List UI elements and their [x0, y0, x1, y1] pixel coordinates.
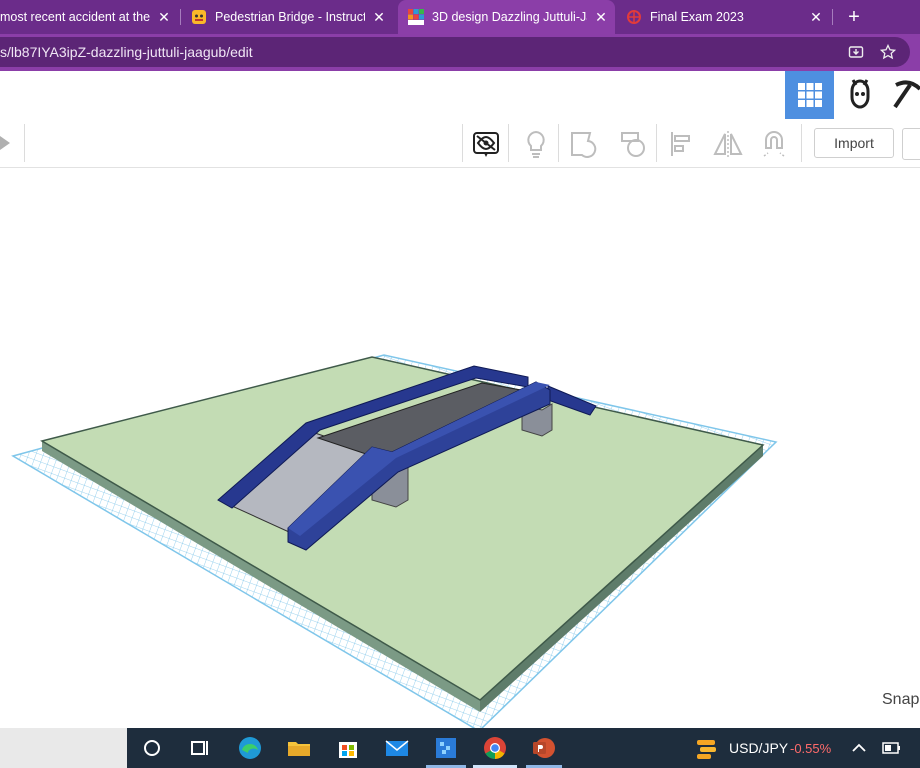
toolbar-divider: [24, 124, 25, 162]
export-button[interactable]: [902, 128, 920, 160]
close-icon[interactable]: ✕: [808, 9, 824, 26]
chrome-icon[interactable]: [481, 734, 509, 762]
stock-ticker-symbol[interactable]: USD/JPY: [729, 740, 788, 756]
mail-icon[interactable]: [383, 734, 411, 762]
stock-ticker-change: -0.55%: [790, 741, 832, 756]
windows-taskbar: USD/JPY -0.55%: [0, 728, 920, 768]
pixel-app-icon[interactable]: [432, 734, 460, 762]
tab-final-exam[interactable]: Final Exam 2023 ✕: [620, 0, 830, 34]
chevron-up-icon[interactable]: [851, 741, 867, 755]
tab-divider: [832, 9, 833, 25]
toolbar-divider: [656, 124, 657, 162]
instructables-robot-icon: [192, 10, 206, 24]
toolbar-divider: [801, 124, 802, 162]
file-explorer-icon[interactable]: [285, 734, 313, 762]
snap-grid-label[interactable]: Snap: [882, 691, 919, 709]
toolbar-divider: [558, 124, 559, 162]
browser-tab-strip: most recent accident at the n ✕ Pedestri…: [0, 0, 920, 34]
battery-icon[interactable]: [882, 741, 902, 755]
show-hidden-icon[interactable]: [470, 128, 502, 160]
group-icon[interactable]: [568, 128, 600, 160]
address-bar: s/lb87IYA3ipZ-dazzling-juttuli-jaagub/ed…: [0, 34, 920, 71]
pickaxe-icon[interactable]: [892, 79, 920, 111]
weather-stocks-icon[interactable]: [694, 736, 720, 762]
workplane-canvas[interactable]: Snap: [0, 168, 920, 728]
align-icon[interactable]: [666, 128, 698, 160]
tab-title: most recent accident at the n: [0, 10, 150, 24]
install-app-icon[interactable]: [848, 44, 864, 60]
redo-arrow-icon[interactable]: [0, 134, 12, 152]
cortana-icon[interactable]: [138, 734, 166, 762]
new-tab-button[interactable]: +: [843, 4, 865, 30]
close-icon[interactable]: ✕: [156, 9, 172, 26]
edge-icon[interactable]: [236, 734, 264, 762]
close-icon[interactable]: ✕: [593, 9, 609, 26]
tab-instructables[interactable]: Pedestrian Bridge - Instructab ✕: [183, 0, 393, 34]
lightbulb-icon[interactable]: [520, 128, 552, 160]
tab-title: 3D design Dazzling Juttuli-Ja: [432, 10, 587, 24]
tab-title: Pedestrian Bridge - Instructab: [215, 10, 365, 24]
magnet-icon[interactable]: [758, 128, 790, 160]
microsoft-store-icon[interactable]: [334, 734, 362, 762]
ungroup-icon[interactable]: [618, 128, 650, 160]
close-icon[interactable]: ✕: [371, 9, 387, 26]
powerpoint-icon[interactable]: [530, 734, 558, 762]
blocks-view-icon[interactable]: [843, 77, 877, 113]
bookmark-star-icon[interactable]: [880, 44, 896, 60]
tab-accident[interactable]: most recent accident at the n ✕: [0, 0, 178, 34]
workplane-scene[interactable]: [0, 168, 920, 728]
taskbar-search-area[interactable]: [0, 728, 127, 768]
tinkercad-icon: [408, 9, 424, 25]
import-button[interactable]: Import: [814, 128, 894, 158]
toolbar-divider: [462, 124, 463, 162]
omnibox[interactable]: s/lb87IYA3ipZ-dazzling-juttuli-jaagub/ed…: [0, 37, 910, 67]
app-header: [0, 71, 920, 121]
mirror-icon[interactable]: [712, 128, 744, 160]
3d-design-view-button[interactable]: [785, 71, 834, 119]
grid-icon: [797, 83, 822, 107]
editing-toolbar: Import: [0, 120, 920, 168]
task-view-icon[interactable]: [186, 734, 214, 762]
exam-logo-icon: [627, 10, 641, 24]
toolbar-divider: [508, 124, 509, 162]
tab-divider: [180, 9, 181, 25]
url-text[interactable]: s/lb87IYA3ipZ-dazzling-juttuli-jaagub/ed…: [0, 44, 253, 60]
tab-tinkercad[interactable]: 3D design Dazzling Juttuli-Ja ✕: [398, 0, 615, 34]
tab-title: Final Exam 2023: [650, 10, 744, 24]
